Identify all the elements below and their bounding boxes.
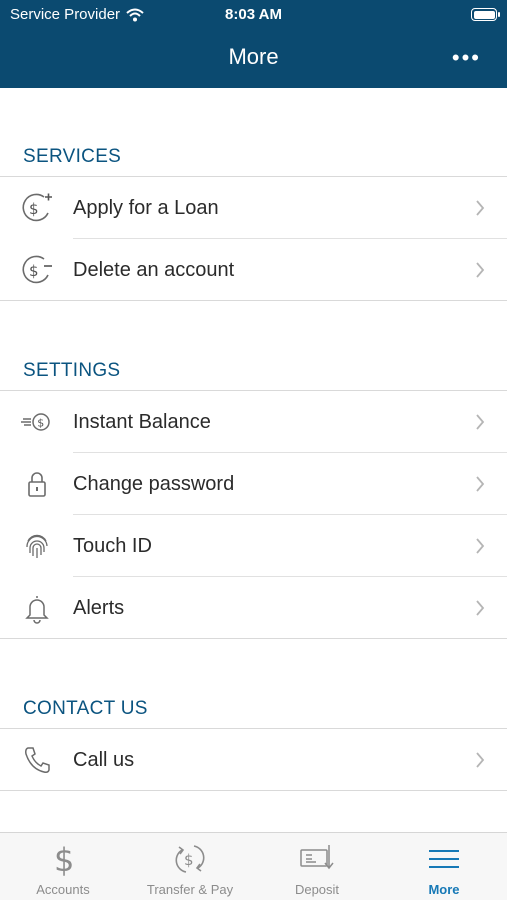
svg-text:$: $ [29,262,39,280]
page-title: More [228,44,279,69]
menu-item-label: Instant Balance [73,410,211,433]
tab-label: Deposit [294,882,340,897]
chevron-right-icon [476,476,485,492]
tab-label: Accounts [36,882,90,897]
fingerprint-icon [19,528,55,564]
divider [0,790,507,791]
app-header: Service Provider 8:03 AM More ••• [0,0,507,88]
battery-icon [471,8,500,21]
menu-item-alerts[interactable]: Alerts [0,577,507,639]
divider [0,638,507,639]
dollar-minus-icon: $ [19,252,55,288]
tab-deposit[interactable]: Deposit [254,833,380,901]
divider [0,300,507,301]
menu-item-delete-account[interactable]: $ Delete an account [0,239,507,301]
section-title-contact: CONTACT US [23,698,148,719]
menu-item-label: Apply for a Loan [73,196,219,219]
transfer-dollar-icon: $ [127,841,253,877]
tab-more[interactable]: More [381,833,507,901]
svg-text:$: $ [29,200,39,218]
tab-label: Transfer & Pay [146,882,234,897]
chevron-right-icon [476,414,485,430]
tab-transfer-pay[interactable]: $ Transfer & Pay [127,833,253,901]
lock-icon [19,466,55,502]
chevron-right-icon [476,262,485,278]
tab-accounts[interactable]: $ Accounts [0,833,126,901]
menu-item-apply-loan[interactable]: $ Apply for a Loan [0,177,507,239]
instant-balance-icon: $ [19,404,55,440]
dollar-plus-icon: $ [19,190,55,226]
bell-icon [19,590,55,626]
svg-text:$: $ [54,841,74,877]
menu-item-touch-id[interactable]: Touch ID [0,515,507,577]
menu-item-label: Touch ID [73,534,152,557]
status-time: 8:03 AM [225,6,282,23]
more-menu-list: SERVICES $ Apply for a Loan $ Delete an … [0,88,507,832]
phone-icon [19,742,55,778]
more-horizontal-icon[interactable]: ••• [452,47,481,69]
menu-item-label: Delete an account [73,258,235,281]
section-title-settings: SETTINGS [23,360,121,381]
tab-bar: $ Accounts $ Transfer & Pay Deposit More [0,832,507,900]
menu-item-label: Alerts [73,596,125,619]
chevron-right-icon [476,200,485,216]
svg-text:$: $ [184,851,194,869]
menu-item-call-us[interactable]: Call us [0,729,507,791]
status-bar: Service Provider 8:03 AM [0,0,507,30]
dollar-icon: $ [0,841,126,877]
chevron-right-icon [476,538,485,554]
menu-item-label: Change password [73,472,235,495]
chevron-right-icon [476,600,485,616]
menu-item-instant-balance[interactable]: $ Instant Balance [0,391,507,453]
menu-lines-icon [381,841,507,877]
check-deposit-icon [254,841,380,877]
chevron-right-icon [476,752,485,768]
section-title-services: SERVICES [23,146,122,167]
tab-label: More [428,882,460,897]
menu-item-change-password[interactable]: Change password [0,453,507,515]
menu-item-label: Call us [73,748,135,771]
battery-level [473,10,495,19]
svg-text:$: $ [37,417,44,430]
